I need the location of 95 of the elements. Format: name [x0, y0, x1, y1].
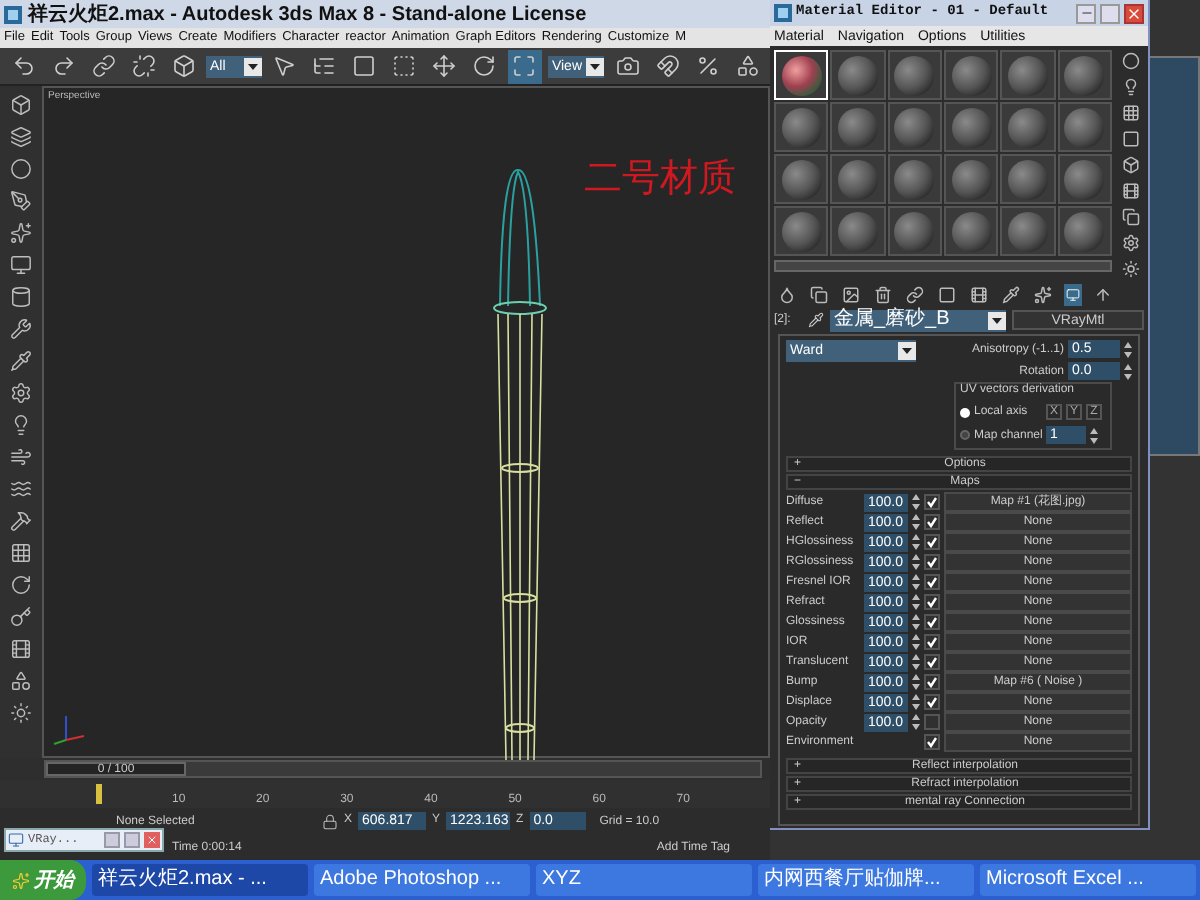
spinner-icon: [912, 514, 920, 530]
side-tool-button[interactable]: [1118, 232, 1142, 252]
tool-button[interactable]: [7, 188, 35, 212]
close-icon: [146, 834, 158, 846]
spinner-icon: [1124, 363, 1132, 379]
minimize-button[interactable]: [1076, 3, 1096, 23]
spinner-icon: [912, 634, 920, 650]
go-to-parent-button[interactable]: [1092, 283, 1114, 305]
radio-button[interactable]: [960, 430, 970, 440]
material-tool-button[interactable]: [1032, 283, 1054, 305]
tool-button[interactable]: [7, 284, 35, 308]
tool-button[interactable]: [7, 124, 35, 148]
spinner-icon: [912, 594, 920, 610]
taskbar-button[interactable]: Microsoft Excel ...: [980, 864, 1196, 896]
tool-button[interactable]: [7, 444, 35, 468]
side-tool-button[interactable]: [1118, 50, 1142, 70]
material-tool-button[interactable]: [808, 283, 830, 305]
radio-button[interactable]: [960, 407, 970, 417]
checkbox[interactable]: [924, 494, 940, 510]
tool-button[interactable]: [7, 636, 35, 660]
side-tool-button[interactable]: [1118, 154, 1142, 174]
material-tool-button[interactable]: [1000, 283, 1022, 305]
spinner-icon: [912, 714, 920, 730]
horizontal-scrollbar[interactable]: [774, 260, 1112, 272]
tool-button[interactable]: [7, 668, 35, 692]
checkbox[interactable]: [924, 554, 940, 570]
spinner-icon: [1124, 341, 1132, 357]
show-end-result-button[interactable]: [1064, 283, 1082, 305]
checkbox[interactable]: [924, 594, 940, 610]
tool-button[interactable]: [7, 156, 35, 180]
checkbox[interactable]: [924, 634, 940, 650]
tool-button[interactable]: [7, 572, 35, 596]
annotation-text: 二号材质: [584, 160, 736, 198]
close-button[interactable]: [1124, 3, 1144, 23]
dropdown-arrow-icon: [586, 57, 604, 75]
dropdown-arrow-icon: [988, 311, 1006, 329]
start-button[interactable]: 开始: [0, 860, 86, 900]
lock-icon: [322, 813, 338, 829]
spinner-icon: [1090, 427, 1098, 443]
checkbox[interactable]: [924, 674, 940, 690]
tool-button[interactable]: [7, 508, 35, 532]
spinner-icon: [912, 494, 920, 510]
close-icon: [1126, 5, 1142, 21]
taskbar-button[interactable]: XYZ: [536, 864, 752, 896]
tool-button[interactable]: [7, 540, 35, 564]
tool-button[interactable]: [7, 92, 35, 116]
close-button[interactable]: [144, 832, 160, 848]
taskbar-button[interactable]: Adobe Photoshop ...: [314, 864, 530, 896]
spinner-icon: [912, 554, 920, 570]
spinner-icon: [912, 614, 920, 630]
dropdown-arrow-icon: [898, 342, 916, 360]
material-tool-button[interactable]: [936, 283, 958, 305]
dropdown-arrow-icon: [243, 57, 262, 75]
minimize-icon: [1079, 6, 1093, 20]
spinner-icon: [912, 654, 920, 670]
app-icon: [4, 5, 22, 23]
spinner-icon: [912, 574, 920, 590]
tool-button[interactable]: [7, 604, 35, 628]
spinner-icon: [912, 694, 920, 710]
material-tool-button[interactable]: [904, 283, 926, 305]
checkbox[interactable]: [924, 654, 940, 670]
checkbox[interactable]: [924, 694, 940, 710]
checkbox[interactable]: [924, 734, 940, 750]
checkbox[interactable]: [924, 574, 940, 590]
tool-button[interactable]: [7, 348, 35, 372]
material-name-field[interactable]: 金属_磨砂_B: [830, 309, 1006, 331]
checkbox[interactable]: [924, 714, 940, 730]
material-tool-button[interactable]: [840, 283, 862, 305]
tool-button[interactable]: [7, 476, 35, 500]
side-tool-button[interactable]: [1118, 206, 1142, 226]
spinner-icon: [912, 674, 920, 690]
checkbox[interactable]: [924, 534, 940, 550]
monitor-icon: [1066, 287, 1080, 301]
window-icon: [8, 832, 24, 848]
spinner-icon: [912, 534, 920, 550]
checkbox[interactable]: [924, 514, 940, 530]
tool-button[interactable]: [7, 252, 35, 276]
material-tool-button[interactable]: [968, 283, 990, 305]
tool-button[interactable]: [7, 220, 35, 244]
checkbox[interactable]: [924, 614, 940, 630]
taskbar-button[interactable]: 祥云火炬2.max - ...: [92, 864, 308, 896]
side-tool-button[interactable]: [1118, 180, 1142, 200]
tool-button[interactable]: [7, 700, 35, 724]
eyedropper-icon: [808, 312, 824, 328]
material-tool-button[interactable]: [872, 283, 894, 305]
frame-marker: [96, 784, 102, 804]
app-icon: [774, 4, 792, 22]
tool-button[interactable]: [7, 316, 35, 340]
window-title: 祥云火炬2.max - Autodesk 3ds Max 8 - Stand-alone License: [28, 1, 587, 27]
axis-tripod-icon: [50, 712, 86, 748]
side-tool-button[interactable]: [1118, 128, 1142, 148]
tool-button[interactable]: [7, 380, 35, 404]
material-tool-button[interactable]: [776, 283, 798, 305]
taskbar-button[interactable]: 内网西餐厅贴伽牌...: [758, 864, 974, 896]
side-tool-button[interactable]: [1118, 102, 1142, 122]
